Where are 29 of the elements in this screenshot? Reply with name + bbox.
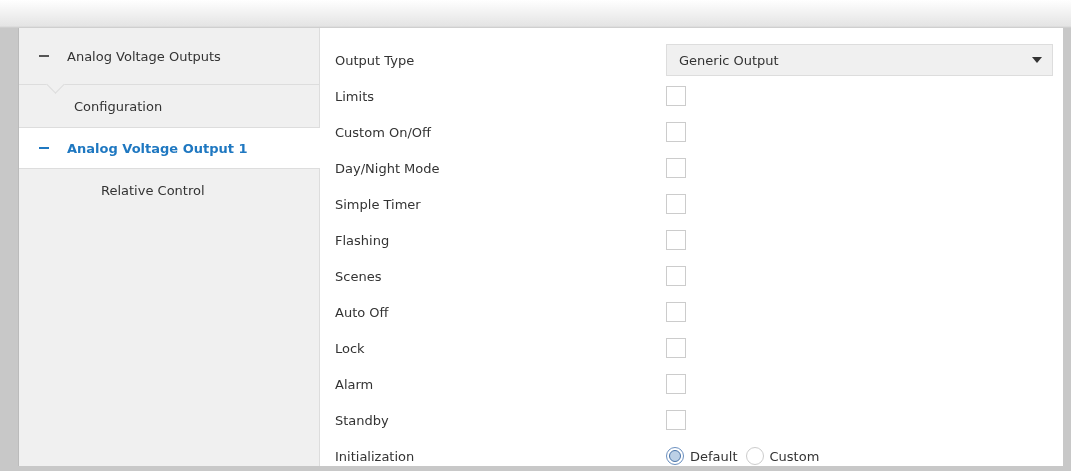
checkbox[interactable] bbox=[666, 302, 686, 322]
checkbox[interactable] bbox=[666, 230, 686, 250]
field-label: Auto Off bbox=[335, 304, 390, 320]
field-label: Output Type bbox=[335, 52, 416, 68]
sidebar-item[interactable]: Analog Voltage Output 1 bbox=[19, 127, 320, 169]
checkbox[interactable] bbox=[666, 86, 686, 106]
caret-icon bbox=[1032, 57, 1042, 63]
field-label: Lock bbox=[335, 340, 366, 356]
checkbox[interactable] bbox=[666, 374, 686, 394]
output-type-dropdown[interactable]: Generic Output bbox=[666, 44, 1053, 76]
field-label: Simple Timer bbox=[335, 196, 422, 212]
field-label: Alarm bbox=[335, 376, 375, 392]
field-label: Scenes bbox=[335, 268, 383, 284]
field-label: Custom On/Off bbox=[335, 124, 433, 140]
field-label: Limits bbox=[335, 88, 375, 104]
checkbox[interactable] bbox=[666, 338, 686, 358]
checkbox[interactable] bbox=[666, 122, 686, 142]
radio-option[interactable]: Default bbox=[666, 447, 738, 465]
checkbox[interactable] bbox=[666, 410, 686, 430]
field-label: Flashing bbox=[335, 232, 391, 248]
radio-option[interactable]: Custom bbox=[745, 447, 820, 465]
sidebar-item[interactable]: Relative Control bbox=[19, 169, 319, 211]
checkbox[interactable] bbox=[666, 158, 686, 178]
field-label: Initialization bbox=[335, 448, 416, 464]
checkbox[interactable] bbox=[666, 194, 686, 214]
sidebar-item[interactable]: Configuration bbox=[19, 85, 319, 127]
field-label: Standby bbox=[335, 412, 390, 428]
checkbox[interactable] bbox=[666, 266, 686, 286]
field-label: Day/Night Mode bbox=[335, 160, 441, 176]
